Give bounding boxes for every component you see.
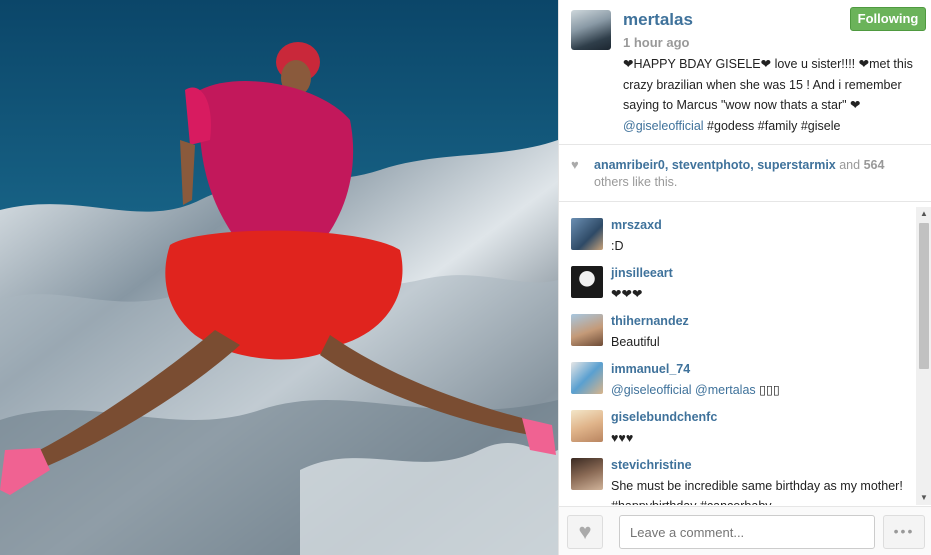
comment-username[interactable]: mrszaxd: [611, 218, 662, 232]
like-button[interactable]: ♥: [567, 515, 603, 549]
post-timestamp: 1 hour ago: [623, 35, 690, 50]
post-detail-panel: mertalas 1 hour ago Following ❤HAPPY BDA…: [558, 0, 931, 555]
post-photo: [0, 0, 558, 555]
comment-item: thihernandez Beautiful: [559, 303, 914, 351]
comments-scrollbar[interactable]: ▲ ▼: [916, 207, 931, 505]
comment-item: mrszaxd :D: [559, 207, 914, 255]
comment-username[interactable]: jinsilleeart: [611, 266, 673, 280]
comment-username[interactable]: giselebundchenfc: [611, 410, 717, 424]
comment-input[interactable]: [619, 515, 875, 549]
comment-item: jinsilleeart ❤❤❤: [559, 255, 914, 303]
heart-icon: ♥: [571, 157, 579, 172]
comment-item: giselebundchenfc ♥♥♥: [559, 399, 914, 447]
likes-text: anamribeir0, steventphoto, superstarmix …: [594, 157, 924, 191]
comment-text: :D: [611, 239, 624, 253]
likes-others: others like this.: [594, 175, 678, 189]
commenter-avatar[interactable]: [571, 362, 603, 394]
commenter-avatar[interactable]: [571, 218, 603, 250]
scroll-up-arrow-icon[interactable]: ▲: [916, 207, 931, 221]
scroll-down-arrow-icon[interactable]: ▼: [916, 491, 931, 505]
comment-item: immanuel_74 @giseleofficial @mertalas ▯▯…: [559, 351, 914, 399]
comment-username[interactable]: thihernandez: [611, 314, 689, 328]
commenter-avatar[interactable]: [571, 314, 603, 346]
photo-illustration: [0, 0, 558, 555]
more-options-button[interactable]: •••: [883, 515, 925, 549]
author-avatar[interactable]: [571, 10, 611, 50]
commenter-avatar[interactable]: [571, 410, 603, 442]
comment-text: ❤❤❤: [611, 287, 643, 301]
post-header: mertalas 1 hour ago Following ❤HAPPY BDA…: [559, 0, 931, 145]
heart-icon: ♥: [578, 519, 592, 544]
comment-text: ♥♥♥: [611, 431, 634, 445]
comment-username[interactable]: stevichristine: [611, 458, 692, 472]
comment-item: stevichristine She must be incredible sa…: [559, 447, 914, 505]
comment-glyphs: ▯▯▯: [755, 383, 780, 397]
author-username[interactable]: mertalas: [623, 10, 693, 30]
comment-footer: ♥ •••: [559, 506, 931, 555]
caption-text: ❤HAPPY BDAY GISELE❤ love u sister!!!! ❤m…: [623, 57, 913, 112]
caption-hashtags[interactable]: #godess #family #gisele: [704, 119, 840, 133]
likes-summary: ♥ anamribeir0, steventphoto, superstarmi…: [559, 146, 931, 202]
commenter-avatar[interactable]: [571, 266, 603, 298]
likes-count[interactable]: 564: [864, 158, 885, 172]
likes-users[interactable]: anamribeir0, steventphoto, superstarmix: [594, 158, 836, 172]
scroll-thumb[interactable]: [919, 223, 929, 369]
following-button[interactable]: Following: [850, 7, 926, 31]
comment-text: @giseleofficial @mertalas ▯▯▯: [611, 380, 911, 400]
commenter-avatar[interactable]: [571, 458, 603, 490]
comment-username[interactable]: immanuel_74: [611, 362, 690, 376]
comment-text: She must be incredible same birthday as …: [611, 479, 903, 505]
comment-mentions[interactable]: @giseleofficial @mertalas: [611, 383, 756, 397]
comment-text: Beautiful: [611, 335, 660, 349]
post-caption: ❤HAPPY BDAY GISELE❤ love u sister!!!! ❤m…: [623, 54, 923, 136]
caption-mention[interactable]: @giseleofficial: [623, 119, 704, 133]
likes-and: and: [835, 158, 864, 172]
comments-list: mrszaxd :D jinsilleeart ❤❤❤ thihernandez…: [559, 203, 931, 505]
